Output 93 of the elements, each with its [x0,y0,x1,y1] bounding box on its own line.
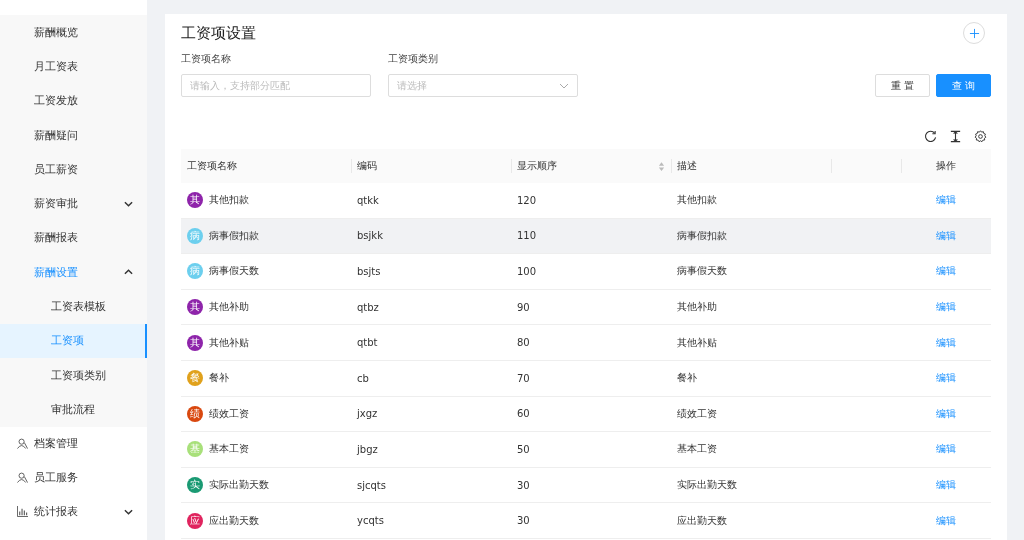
table-row[interactable]: 病 病事假扣款 bsjkk 110 病事假扣款 编辑 [181,218,991,254]
caret-icon [559,82,569,89]
sidebar-item[interactable]: 员工服务 [0,460,147,495]
table-cell: qtbt [351,324,511,361]
avatar-badge: 实 [187,477,203,494]
table-cell: 其他补助 [671,289,831,325]
column-header: 编码 [351,149,511,183]
table-cell: 病事假天数 [209,264,259,279]
column-header: 工资项名称 [181,149,351,183]
avatar-badge: 餐 [187,370,203,387]
table-cell: 其他补贴 [671,324,831,361]
table-cell: ycqts [351,502,511,539]
table-cell: 50 [511,431,671,468]
table-cell: 应出勤天数 [209,513,259,528]
sidebar-item[interactable]: 员工薪资 [0,152,147,187]
add-icon[interactable] [963,22,985,44]
refresh-icon[interactable] [924,130,937,143]
table-cell: 基本工资 [671,431,831,468]
table-cell: 基本工资 [209,442,249,457]
table-cell: cb [351,360,511,397]
table-row[interactable]: 绩 绩效工资 jxgz 60 绩效工资 编辑 [181,396,991,432]
table-cell: 60 [511,396,671,432]
table-cell: 100 [511,253,671,290]
sidebar-item[interactable]: 月工资表 [0,49,147,84]
avatar-badge: 其 [187,334,203,351]
avatar-badge: 其 [187,299,203,316]
sidebar-item[interactable]: 工资发放 [0,83,147,118]
settings-icon[interactable] [974,130,987,143]
table-cell: 餐补 [671,360,831,397]
avatar-badge: 其 [187,192,203,209]
table-row[interactable]: 其 其他补助 qtbz 90 其他补助 编辑 [181,289,991,325]
table-row[interactable]: 实 实际出勤天数 sjcqts 30 实际出勤天数 编辑 [181,467,991,503]
avatar-badge: 病 [187,227,203,244]
table-cell: 病事假扣款 [671,218,831,254]
table-cell: 其他扣款 [671,183,831,219]
field-label: 工资项类别 [388,52,439,66]
table-cell: 70 [511,360,671,397]
column-height-icon[interactable] [949,130,962,143]
table-cell: 实际出勤天数 [209,478,269,493]
user-icon [17,438,28,450]
sidebar-item[interactable]: 工资表模板 [0,289,147,324]
reset-button[interactable]: 重 置 [874,74,930,97]
table-cell: qtbz [351,289,511,325]
table-cell: 120 [511,183,671,219]
table-cell: 其他补贴 [209,335,249,350]
sidebar-item[interactable]: 档案管理 [0,426,147,461]
sidebar-item[interactable]: 薪酬概览 [0,15,147,50]
column-header[interactable]: 显示顺序 [511,149,671,183]
avatar-badge: 绩 [187,405,203,422]
bar-chart-icon [17,506,28,518]
table-cell: bsjkk [351,218,511,254]
table-cell: 110 [511,218,671,254]
column-header: 描述 [671,149,831,183]
table-cell: 30 [511,467,671,503]
table-cell: bsjts [351,253,511,290]
column-header: 操作 [901,149,991,183]
avatar-badge: 基 [187,441,203,458]
table-row[interactable]: 基 基本工资 jbgz 50 基本工资 编辑 [181,431,991,468]
table-cell: jxgz [351,396,511,432]
table-cell: 30 [511,502,671,539]
table-cell: 绩效工资 [671,396,831,432]
table-row[interactable]: 其 其他扣款 qtkk 120 其他扣款 编辑 [181,183,991,219]
sidebar-item[interactable]: 统计报表 [0,494,147,529]
avatar-badge: 应 [187,512,203,529]
table-cell: 病事假扣款 [209,228,259,243]
field-label: 工资项名称 [181,52,232,66]
table-row[interactable]: 其 其他补贴 qtbt 80 其他补贴 编辑 [181,324,991,361]
table-cell: 其他扣款 [209,193,249,208]
sidebar-item[interactable]: 薪酬报表 [0,220,147,256]
table-cell: 90 [511,289,671,325]
table-row[interactable]: 餐 餐补 cb 70 餐补 编辑 [181,360,991,397]
table-cell: 绩效工资 [209,406,249,421]
sidebar-item[interactable]: 审批流程 [0,392,147,427]
table-cell: jbgz [351,431,511,468]
sidebar-item[interactable]: 薪酬疑问 [0,117,147,153]
sidebar-item[interactable]: 工资项类别 [0,357,147,393]
table-row[interactable]: 病 病事假天数 bsjts 100 病事假天数 编辑 [181,253,991,290]
table-cell: 病事假天数 [671,253,831,290]
page-title: 工资项设置 [181,23,256,43]
table-cell: 实际出勤天数 [671,467,831,503]
table-cell: 80 [511,324,671,361]
table-cell: 应出勤天数 [671,502,831,539]
sidebar-item[interactable]: 薪资审批 [0,186,147,221]
table-cell: 餐补 [209,371,229,386]
avatar-badge: 病 [187,263,203,280]
user-icon [17,472,28,484]
caret-icon [124,269,133,276]
caret-icon [124,508,133,515]
caret-icon [124,200,133,207]
table-row[interactable]: 应 应出勤天数 ycqts 30 应出勤天数 编辑 [181,502,991,539]
table-cell: sjcqts [351,467,511,503]
table-cell: 其他补助 [209,300,249,315]
table-cell: qtkk [351,183,511,219]
